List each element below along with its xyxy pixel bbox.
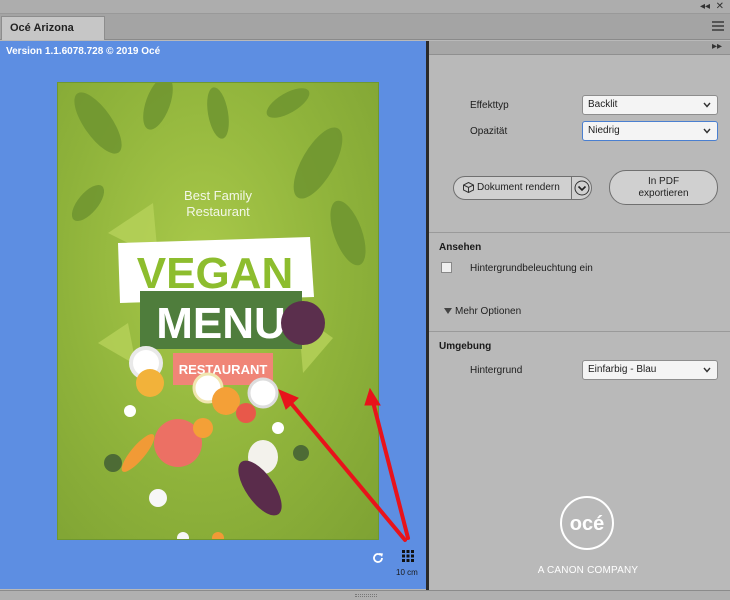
- tab-bar: Océ Arizona Xpert: [0, 14, 730, 56]
- poster-artwork: Best Family Restaurant VEGAN MENU RESTAU…: [71, 83, 366, 539]
- status-bar: [0, 590, 730, 600]
- background-label: Hintergrund: [470, 365, 523, 376]
- expand-panel-button[interactable]: ▸▸: [712, 41, 722, 52]
- tab-oce-arizona-xpert[interactable]: Océ Arizona Xpert: [1, 16, 105, 56]
- chevron-down-icon: [703, 367, 711, 373]
- poster-restaurant: RESTAURANT: [179, 362, 268, 377]
- poster-line1: Best Family: [184, 188, 252, 203]
- backlight-checkbox-label: Hintergrundbeleuchtung ein: [470, 263, 593, 274]
- cube-icon: [463, 182, 474, 193]
- render-document-button-group: Dokument rendern: [453, 176, 592, 200]
- collapse-panels-button[interactable]: ◂◂: [700, 1, 710, 13]
- more-options-label: Mehr Optionen: [455, 306, 522, 317]
- divider: [429, 232, 730, 233]
- background-value: Einfarbig - Blau: [588, 364, 657, 375]
- environment-section-title: Umgebung: [439, 341, 492, 352]
- oce-logo-text: océ: [570, 513, 604, 535]
- hamburger-menu-icon[interactable]: [712, 21, 724, 31]
- effect-type-value: Backlit: [588, 99, 618, 110]
- view-section-title: Ansehen: [439, 242, 482, 253]
- preview-area: Version 1.1.6078.728 © 2019 Océ Best Fam…: [0, 41, 426, 589]
- divider: [429, 331, 730, 332]
- render-options-dropdown-icon[interactable]: [572, 177, 592, 199]
- poster-vegan: VEGAN: [137, 249, 293, 298]
- title-bar: ◂◂ ✕: [0, 0, 730, 14]
- opacity-label: Opazität: [470, 126, 508, 137]
- canon-company-text: A CANON COMPANY: [537, 565, 639, 576]
- effect-type-label: Effekttyp: [470, 100, 509, 111]
- settings-panel: ▸▸ Effekttyp Backlit Opazität Niedrig Do…: [429, 41, 730, 590]
- close-button[interactable]: ✕: [716, 1, 724, 13]
- render-document-label: Dokument rendern: [477, 182, 560, 193]
- more-options-toggle[interactable]: Mehr Optionen: [444, 306, 521, 317]
- triangle-down-icon: [444, 308, 452, 314]
- export-pdf-line1: In PDF: [647, 176, 680, 187]
- version-text: Version 1.1.6078.728 © 2019 Océ: [6, 46, 161, 57]
- effect-type-select[interactable]: Backlit: [582, 95, 718, 115]
- export-pdf-line2: exportieren: [638, 188, 689, 199]
- oce-logo: océ: [560, 496, 614, 550]
- poster-line2: Restaurant: [186, 204, 250, 219]
- opacity-select[interactable]: Niedrig: [582, 121, 718, 141]
- backlight-checkbox[interactable]: [441, 262, 452, 273]
- chevron-down-icon: [703, 128, 711, 134]
- reset-view-icon[interactable]: [371, 551, 385, 565]
- render-document-button[interactable]: Dokument rendern: [454, 177, 571, 199]
- background-select[interactable]: Einfarbig - Blau: [582, 360, 718, 380]
- chevron-down-icon: [703, 102, 711, 108]
- poster-preview-image: Best Family Restaurant VEGAN MENU RESTAU…: [57, 82, 379, 540]
- resize-grip[interactable]: [355, 594, 377, 597]
- grid-scale-label: 10 cm: [396, 568, 418, 577]
- grid-toggle-icon[interactable]: [401, 549, 415, 563]
- poster-menu: MENU: [156, 299, 286, 348]
- app-window: ◂◂ ✕ Océ Arizona Xpert Version 1.1.6078.…: [0, 0, 730, 600]
- export-pdf-button[interactable]: In PDF exportieren: [609, 170, 718, 205]
- panel-header: ▸▸: [429, 41, 730, 55]
- opacity-value: Niedrig: [588, 125, 620, 136]
